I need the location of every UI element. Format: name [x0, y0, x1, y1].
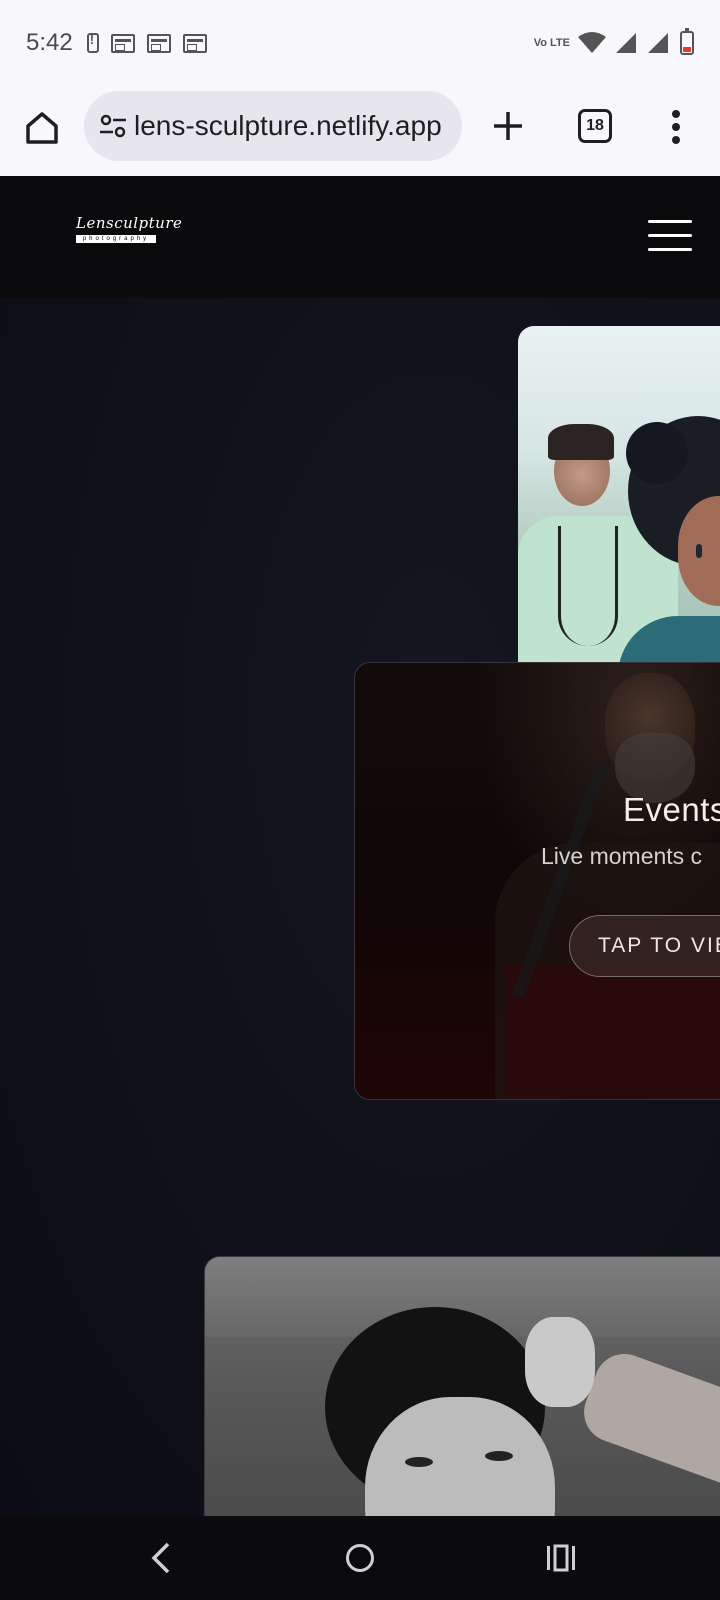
status-time: 5:42	[26, 29, 73, 56]
tab-switcher-icon[interactable]: 18	[578, 109, 612, 143]
photo-figure	[485, 1451, 513, 1461]
hamburger-menu-icon[interactable]	[648, 220, 692, 252]
system-nav-bar	[0, 1516, 720, 1600]
news-icon	[110, 33, 135, 53]
address-bar[interactable]: lens-sculpture.netlify.app	[84, 91, 462, 161]
url-text: lens-sculpture.netlify.app	[134, 110, 442, 141]
site-logo[interactable]: Lensculpture photography	[76, 214, 182, 254]
logo-name: Lensculpture	[76, 214, 183, 232]
events-card[interactable]: Events Live moments c TAP TO VIE	[354, 662, 720, 1100]
notification-icons	[86, 32, 207, 53]
tap-to-view-button[interactable]: TAP TO VIE	[569, 915, 720, 977]
news-icon	[146, 33, 171, 53]
events-card-subtitle: Live moments c	[541, 843, 703, 869]
photo-figure	[575, 1345, 720, 1499]
site-settings-icon[interactable]	[98, 111, 128, 141]
signal-icon	[616, 33, 636, 53]
website-viewport: Lensculpture photography Events Live mom…	[0, 176, 720, 1516]
battery-low-icon	[680, 28, 694, 55]
browser-toolbar: lens-sculpture.netlify.app 18	[0, 86, 720, 176]
battery-alert-icon	[86, 32, 99, 53]
wifi-icon	[578, 32, 606, 53]
recents-icon[interactable]	[546, 1544, 576, 1572]
new-tab-icon[interactable]	[488, 106, 528, 146]
photo-figure	[696, 544, 702, 558]
volte-icon: Vo LTE	[533, 37, 570, 49]
photo-figure	[558, 526, 618, 646]
gallery-card-portrait[interactable]	[204, 1256, 720, 1516]
home-icon[interactable]	[346, 1544, 374, 1572]
site-header: Lensculpture photography	[0, 176, 720, 298]
news-icon	[182, 33, 207, 53]
logo-tagline: photography	[76, 235, 156, 243]
photo-figure	[626, 422, 688, 484]
photo-overlay	[355, 663, 720, 1099]
signal-icon	[648, 33, 668, 53]
back-icon[interactable]	[146, 1540, 176, 1576]
gallery-card-conference[interactable]	[518, 326, 720, 676]
home-icon[interactable]	[22, 108, 62, 148]
photo-figure	[525, 1317, 595, 1407]
system-icons: Vo LTE	[533, 28, 694, 55]
more-menu-icon[interactable]	[664, 106, 688, 150]
status-bar: 5:42 Vo LTE	[0, 0, 720, 86]
photo-figure	[405, 1457, 433, 1467]
photo-figure	[548, 424, 614, 460]
events-card-title: Events	[623, 791, 720, 828]
